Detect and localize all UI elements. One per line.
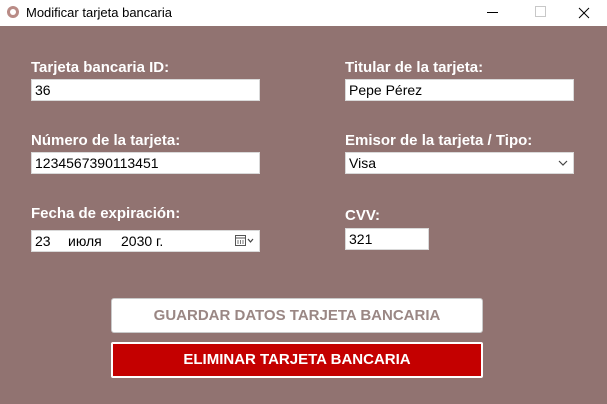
card-number-label: Número de la tarjeta:: [31, 132, 181, 149]
delete-card-button[interactable]: ELIMINAR TARJETA BANCARIA: [111, 342, 483, 378]
cvv-label: CVV:: [345, 207, 381, 224]
minimize-button[interactable]: [469, 0, 515, 26]
cvv-input[interactable]: 321: [345, 228, 429, 250]
main-window: Modificar tarjeta bancaria Tarjeta banca…: [0, 0, 607, 404]
chevron-down-icon: [558, 160, 568, 166]
app-icon: [7, 6, 19, 18]
holder-input[interactable]: Pepe Pérez: [345, 79, 574, 101]
close-icon: [578, 7, 590, 19]
expiry-year[interactable]: 2030 г.: [121, 231, 163, 251]
holder-label: Titular de la tarjeta:: [345, 59, 484, 76]
expiry-month[interactable]: июля: [68, 231, 102, 251]
expiry-day[interactable]: 23: [35, 231, 51, 251]
issuer-selected-value: Visa: [349, 155, 376, 171]
issuer-select[interactable]: Visa: [345, 152, 574, 174]
card-number-input[interactable]: 1234567390113451: [31, 152, 260, 174]
issuer-label: Emisor de la tarjeta / Tipo:: [345, 132, 533, 149]
card-id-label: Tarjeta bancaria ID:: [31, 59, 170, 76]
window-title: Modificar tarjeta bancaria: [26, 5, 172, 20]
maximize-button[interactable]: [517, 0, 563, 26]
title-bar: Modificar tarjeta bancaria: [0, 0, 607, 26]
calendar-icon[interactable]: [235, 235, 255, 247]
save-card-button[interactable]: GUARDAR DATOS TARJETA BANCARIA: [111, 298, 483, 333]
expiry-label: Fecha de expiración:: [31, 205, 181, 222]
expiry-date-picker[interactable]: 23 июля 2030 г.: [31, 230, 260, 252]
card-id-input[interactable]: 36: [31, 79, 260, 101]
close-button[interactable]: [561, 0, 607, 26]
